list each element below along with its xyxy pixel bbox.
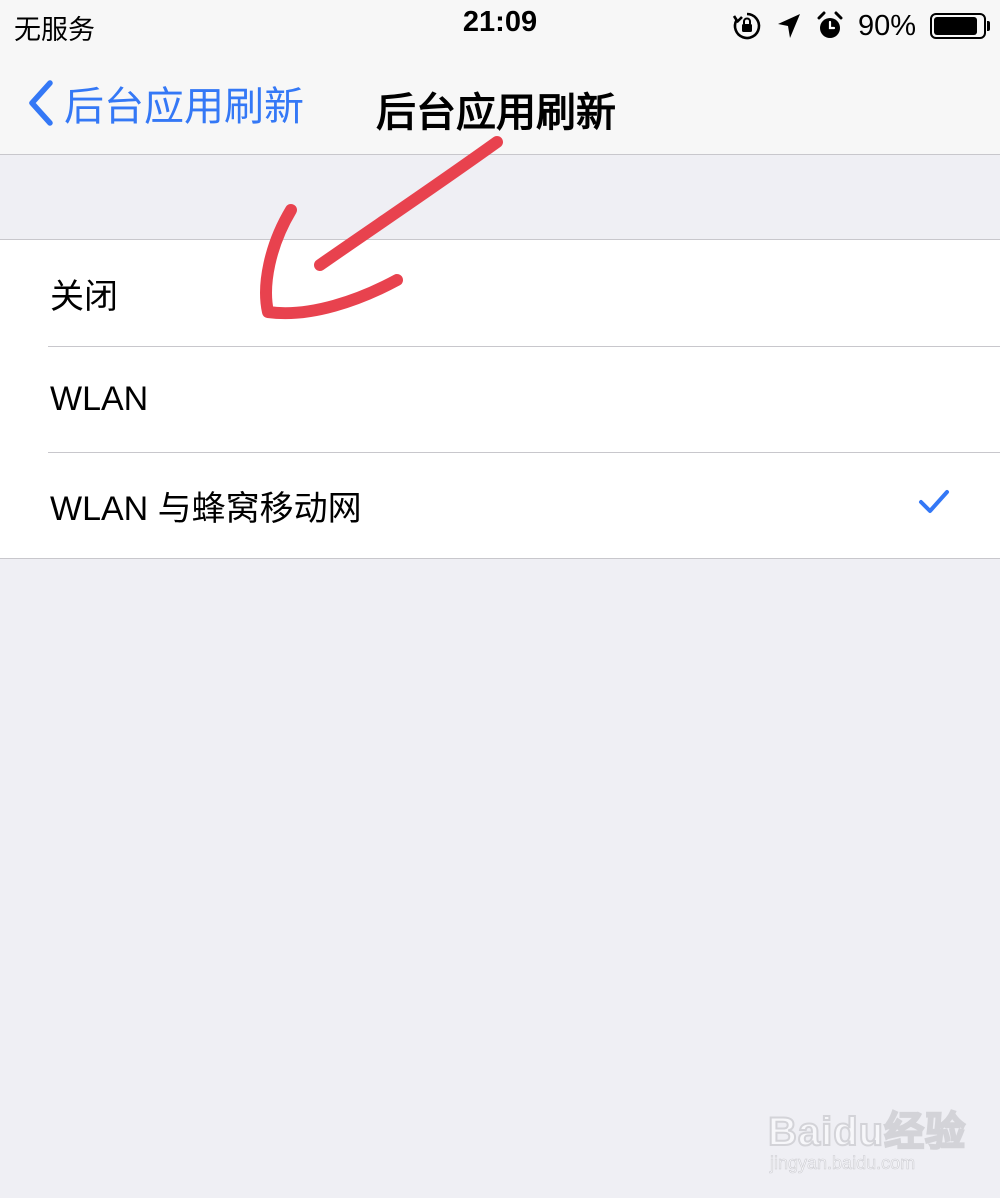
- watermark-url: jingyan.baidu.com: [770, 1153, 916, 1174]
- battery-icon: [930, 13, 990, 39]
- option-wlan[interactable]: WLAN: [0, 346, 1000, 452]
- location-arrow-icon: [777, 14, 800, 38]
- back-label: 后台应用刷新: [64, 84, 304, 130]
- navigation-bar: 后台应用刷新 后台应用刷新: [0, 52, 1000, 155]
- status-bar: 无服务 21:09 90%: [0, 0, 1000, 52]
- option-off[interactable]: 关闭: [0, 240, 1000, 346]
- page-title: 后台应用刷新: [376, 90, 616, 136]
- red-arrow-annotation: [260, 136, 503, 320]
- option-label: WLAN: [50, 379, 149, 418]
- checkmark-icon: [919, 490, 949, 513]
- alarm-icon: [817, 11, 843, 38]
- option-label: WLAN 与蜂窝移动网: [50, 489, 362, 528]
- status-indicators: 90%: [732, 8, 990, 44]
- watermark-logo: Baidu经验: [767, 1109, 967, 1155]
- rotation-lock-icon: [732, 12, 761, 40]
- option-label: 关闭: [50, 277, 118, 316]
- battery-fill: [934, 17, 978, 35]
- chevron-left-icon: [29, 80, 53, 126]
- refresh-options-list: 关闭 WLAN WLAN 与蜂窝移动网: [0, 239, 1000, 559]
- back-button[interactable]: 后台应用刷新: [28, 72, 304, 134]
- option-wlan-cellular[interactable]: WLAN 与蜂窝移动网: [0, 452, 1000, 558]
- watermark: Baidu经验 jingyan.baidu.com: [767, 1085, 968, 1185]
- battery-percent: 90%: [857, 9, 916, 42]
